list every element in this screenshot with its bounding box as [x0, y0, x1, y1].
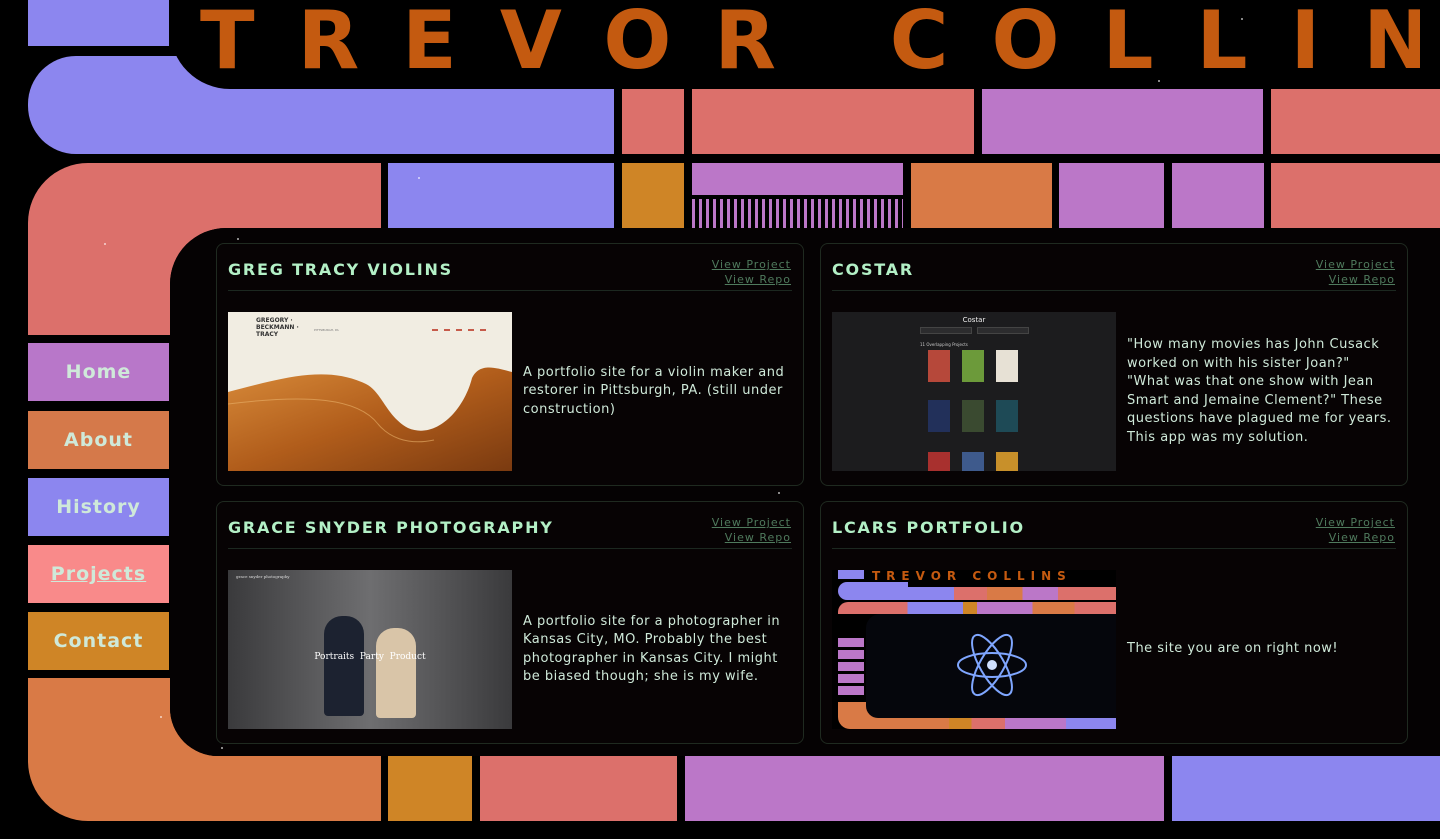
divider: [832, 290, 1396, 291]
project-thumbnail[interactable]: GREGORY · BECKMANN · TRACY PITTSBURGH, P…: [228, 312, 512, 471]
nav-projects[interactable]: Projects: [28, 545, 169, 603]
star: [418, 177, 420, 179]
thumb-poster: [928, 400, 950, 432]
view-project-link[interactable]: View Project: [712, 257, 791, 272]
project-thumbnail[interactable]: grace snyder photography Portraits Party…: [228, 570, 512, 729]
frame-bar: [911, 163, 1052, 228]
frame-bar: [388, 163, 614, 228]
star: [221, 747, 223, 749]
star: [778, 492, 780, 494]
nav-contact[interactable]: Contact: [28, 612, 169, 670]
frame-bar: [622, 163, 684, 228]
project-title: GRACE SNYDER PHOTOGRAPHY: [228, 518, 554, 537]
thumb-section-label: 11 Overlapping Projects: [920, 342, 968, 347]
project-card-costar: COSTAR View Project View Repo Costar 11 …: [820, 243, 1408, 486]
view-repo-link[interactable]: View Repo: [712, 272, 791, 287]
thumb-site-name: grace snyder photography: [236, 574, 290, 579]
star: [104, 243, 106, 245]
project-title: LCARS PORTFOLIO: [832, 518, 1025, 537]
thumb-poster: [996, 400, 1018, 432]
mini-nav: [838, 638, 864, 698]
thumb-poster: [996, 350, 1018, 382]
frame-block-top-left: [28, 0, 169, 46]
frame-bar: [480, 756, 677, 821]
frame-bar: [685, 756, 1164, 821]
nav-home[interactable]: Home: [28, 343, 169, 401]
frame-bar-stripes: [692, 199, 903, 228]
frame-bar: [1172, 756, 1440, 821]
thumb-poster: [962, 350, 984, 382]
project-description: The site you are on right now!: [1127, 641, 1339, 657]
project-links: View Project View Repo: [712, 257, 791, 287]
thumb-poster: [928, 452, 950, 471]
thumb-search-input: [977, 327, 1029, 334]
view-project-link[interactable]: View Project: [1316, 257, 1395, 272]
view-repo-link[interactable]: View Repo: [1316, 272, 1395, 287]
thumb-poster: [996, 452, 1018, 471]
nav-history[interactable]: History: [28, 478, 169, 536]
project-description: A portfolio site for a photographer in K…: [523, 613, 781, 685]
project-links: View Project View Repo: [1316, 515, 1395, 545]
nav-about[interactable]: About: [28, 411, 169, 469]
view-project-link[interactable]: View Project: [1316, 515, 1395, 530]
project-thumbnail[interactable]: TREVOR COLLINS: [832, 570, 1116, 729]
frame-bar: [692, 163, 903, 195]
thumb-person: [376, 628, 416, 718]
view-project-link[interactable]: View Project: [712, 515, 791, 530]
mini-frame-bars: [838, 602, 1116, 614]
thumb-app-title: Costar: [962, 316, 986, 324]
frame-bar: [1271, 89, 1440, 154]
frame-bar: [622, 89, 684, 154]
project-card-lcars: LCARS PORTFOLIO View Project View Repo T…: [820, 501, 1408, 744]
thumb-search-input: [920, 327, 972, 334]
project-card-grace-snyder: GRACE SNYDER PHOTOGRAPHY View Project Vi…: [216, 501, 804, 744]
project-description: A portfolio site for a violin maker and …: [523, 364, 785, 417]
frame-bar: [1271, 163, 1440, 228]
project-links: View Project View Repo: [712, 515, 791, 545]
view-repo-link[interactable]: View Repo: [1316, 530, 1395, 545]
divider: [832, 548, 1396, 549]
project-links: View Project View Repo: [1316, 257, 1395, 287]
thumb-poster: [962, 400, 984, 432]
star: [237, 238, 239, 240]
view-repo-link[interactable]: View Repo: [712, 530, 791, 545]
frame-bar: [388, 756, 472, 821]
frame-bar: [982, 89, 1263, 154]
site-title: TREVOR COLLINS: [200, 0, 1420, 82]
project-card-greg-tracy: GREG TRACY VIOLINS View Project View Rep…: [216, 243, 804, 486]
thumb-person: [324, 616, 364, 716]
frame-bar: [1172, 163, 1264, 228]
project-title: GREG TRACY VIOLINS: [228, 260, 454, 279]
frame-bar: [692, 89, 974, 154]
mini-frame-bars: [908, 587, 1116, 600]
thumb-overlay-text: Portraits Party Product: [314, 652, 426, 662]
frame-bar: [1059, 163, 1164, 228]
project-thumbnail[interactable]: Costar 11 Overlapping Projects: [832, 312, 1116, 471]
project-title: COSTAR: [832, 260, 915, 279]
project-description: "How many movies has John Cusack worked …: [1127, 337, 1392, 445]
star: [160, 716, 162, 718]
thumb-poster: [928, 350, 950, 382]
mini-frame-block: [838, 570, 864, 579]
mini-frame-elbow: [838, 582, 908, 600]
atom-icon: [957, 633, 1027, 697]
thumb-poster: [962, 452, 984, 471]
divider: [228, 290, 792, 291]
divider: [228, 548, 792, 549]
violin-body-image: [228, 367, 512, 471]
